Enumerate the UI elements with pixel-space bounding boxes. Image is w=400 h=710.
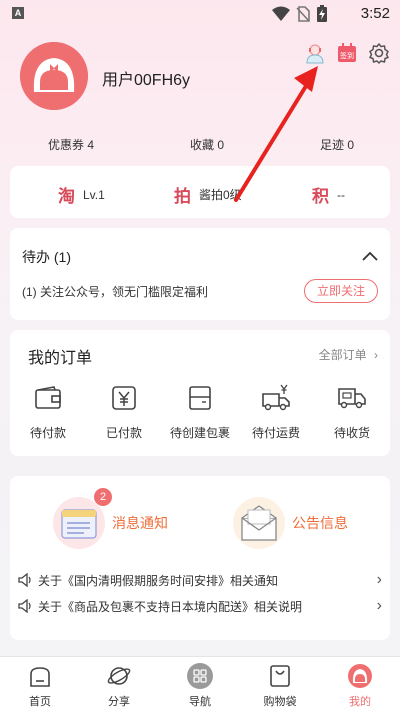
tab-label: 购物袋 <box>263 696 297 708</box>
tab-share[interactable]: 分享 <box>89 663 149 709</box>
home-icon <box>10 663 70 689</box>
tab-navigation[interactable]: 导航 <box>170 663 230 709</box>
tab-label: 导航 <box>189 696 211 708</box>
planet-icon <box>89 663 149 689</box>
grid-nav-icon <box>170 663 230 689</box>
bottom-tab-bar: 首页 分享 导航 购物袋 我的 <box>0 656 400 710</box>
tab-label: 我的 <box>349 696 371 708</box>
annotation-arrow <box>234 66 318 202</box>
tab-shopping-bag[interactable]: 购物袋 <box>250 663 310 709</box>
tab-home[interactable]: 首页 <box>10 663 70 709</box>
profile-avatar-icon <box>330 663 390 689</box>
shopping-bag-icon <box>250 663 310 689</box>
tab-mine[interactable]: 我的 <box>330 663 390 709</box>
tab-label: 首页 <box>29 696 51 708</box>
tab-label: 分享 <box>108 696 130 708</box>
